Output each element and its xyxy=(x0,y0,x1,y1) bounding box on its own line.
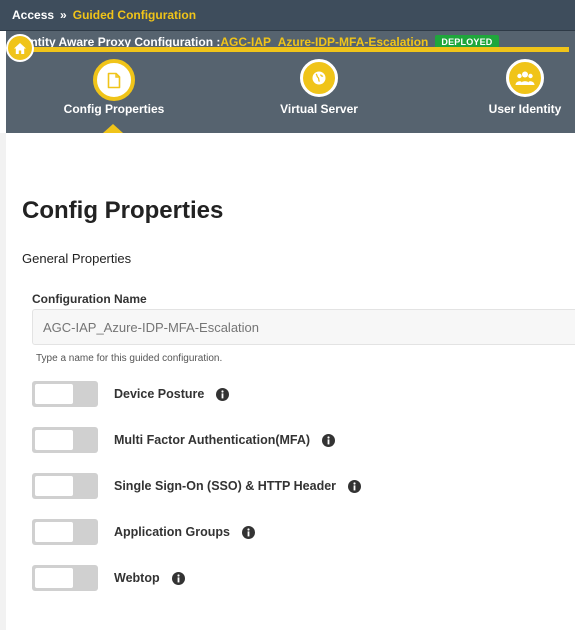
application-groups-label: Application Groups xyxy=(114,525,230,539)
device-posture-label: Device Posture xyxy=(114,387,205,401)
application-groups-toggle[interactable] xyxy=(32,519,98,545)
info-icon[interactable] xyxy=(171,571,185,585)
info-icon[interactable] xyxy=(241,525,255,539)
breadcrumb-current: Guided Configuration xyxy=(72,8,197,22)
step-label-user-identity[interactable]: User Identity xyxy=(489,102,562,116)
info-icon[interactable] xyxy=(348,479,362,493)
home-icon xyxy=(13,42,27,55)
wizard-progress-line xyxy=(20,47,569,52)
breadcrumb: Access » Guided Configuration xyxy=(12,8,196,22)
breadcrumb-separator: » xyxy=(60,8,67,22)
mfa-label: Multi Factor Authentication(MFA) xyxy=(114,433,311,447)
toggle-knob xyxy=(35,384,73,404)
device-posture-toggle[interactable] xyxy=(32,381,98,407)
toggle-knob xyxy=(35,476,73,496)
toggle-row-device-posture: Device Posture xyxy=(32,381,230,407)
toggle-knob xyxy=(35,522,73,542)
breadcrumb-access-link[interactable]: Access xyxy=(12,8,54,22)
sso-label: Single Sign-On (SSO) & HTTP Header xyxy=(114,479,337,493)
section-title: General Properties xyxy=(22,251,132,266)
active-step-pointer xyxy=(103,124,123,133)
toggle-knob xyxy=(35,568,73,588)
step-label-virtual-server[interactable]: Virtual Server xyxy=(280,102,358,116)
toggle-row-mfa: Multi Factor Authentication(MFA) xyxy=(32,427,336,453)
breadcrumb-bar: Access » Guided Configuration xyxy=(0,0,575,31)
config-name-help: Type a name for this guided configuratio… xyxy=(36,353,223,364)
toggle-row-webtop: Webtop xyxy=(32,565,185,591)
config-name-label: Configuration Name xyxy=(32,292,147,306)
webtop-label: Webtop xyxy=(114,571,160,585)
step-config-properties[interactable] xyxy=(93,59,135,101)
globe-icon xyxy=(311,70,327,86)
toggle-row-application-groups: Application Groups xyxy=(32,519,255,545)
step-virtual-server[interactable] xyxy=(300,59,338,97)
toggle-knob xyxy=(35,430,73,450)
info-icon[interactable] xyxy=(216,387,230,401)
document-icon xyxy=(107,72,121,89)
webtop-toggle[interactable] xyxy=(32,565,98,591)
sso-toggle[interactable] xyxy=(32,473,98,499)
step-label-config-properties[interactable]: Config Properties xyxy=(64,102,165,116)
info-icon[interactable] xyxy=(322,433,336,447)
toggle-row-sso: Single Sign-On (SSO) & HTTP Header xyxy=(32,473,362,499)
users-icon xyxy=(515,70,535,86)
home-step-button[interactable] xyxy=(6,34,34,62)
mfa-toggle[interactable] xyxy=(32,427,98,453)
step-user-identity[interactable] xyxy=(506,59,544,97)
page-title: Config Properties xyxy=(22,197,224,224)
config-name-input[interactable] xyxy=(32,309,575,345)
